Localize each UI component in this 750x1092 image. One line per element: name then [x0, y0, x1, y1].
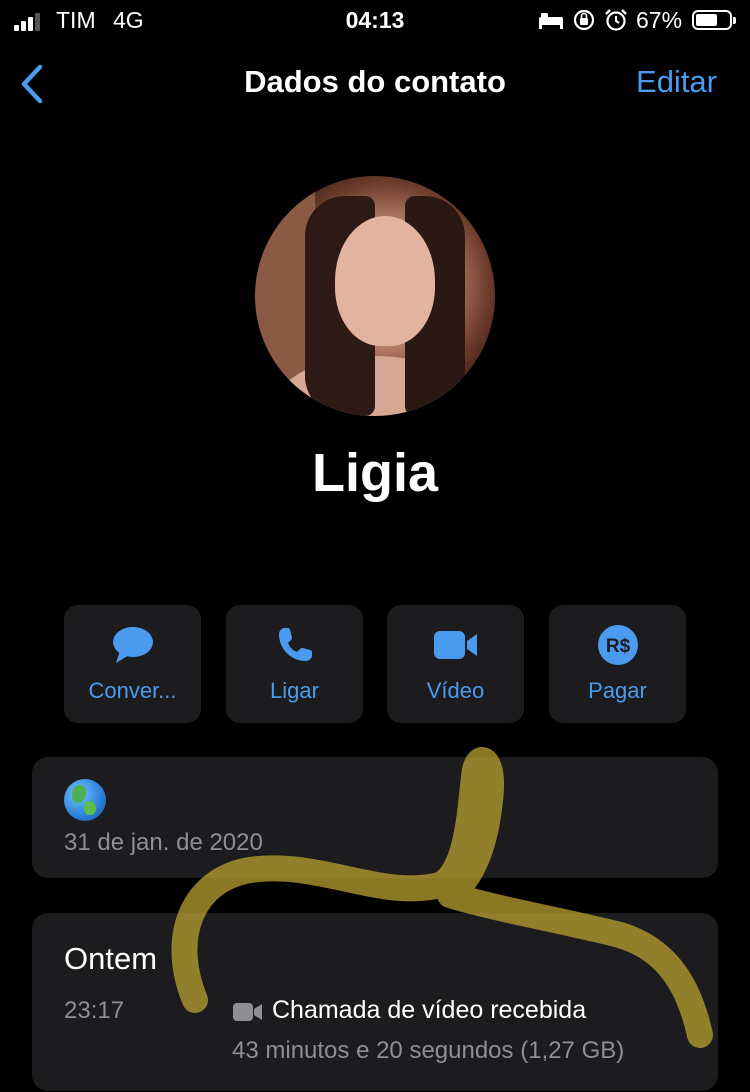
- payment-brl-icon: R$: [597, 625, 638, 665]
- contact-name: Ligia: [311, 443, 438, 503]
- message-button[interactable]: Conver...: [64, 605, 201, 723]
- bed-icon: [539, 13, 563, 29]
- video-call-icon: [233, 1003, 262, 1021]
- video-camera-icon: [433, 631, 477, 659]
- battery-percent: 67%: [636, 7, 683, 33]
- calls-card: Ontem 23:17 Chamada de vídeo recebida 43…: [32, 913, 718, 1091]
- alarm-icon: [605, 9, 627, 31]
- avatar[interactable]: [255, 176, 495, 416]
- info-card: 31 de jan. de 2020: [32, 757, 718, 878]
- call-detail: 43 minutos e 20 segundos (1,27 GB): [232, 1037, 625, 1064]
- video-button-label: Vídeo: [426, 678, 485, 703]
- edit-button[interactable]: Editar: [636, 64, 717, 100]
- phone-icon: [278, 628, 312, 661]
- call-time: 23:17: [64, 997, 125, 1024]
- message-bubble-icon: [112, 627, 153, 663]
- battery-icon: [692, 10, 736, 30]
- svg-text:R$: R$: [605, 636, 630, 657]
- status-bar: TIM 4G 04:13 67%: [0, 0, 750, 44]
- calls-day-title: Ontem: [64, 941, 158, 976]
- info-date: 31 de jan. de 2020: [64, 829, 263, 856]
- call-type: Chamada de vídeo recebida: [272, 996, 587, 1024]
- video-button[interactable]: Vídeo: [387, 605, 524, 723]
- pay-button-label: Pagar: [588, 678, 647, 703]
- message-button-label: Conver...: [88, 678, 177, 703]
- call-button[interactable]: Ligar: [226, 605, 363, 723]
- pay-button[interactable]: R$ Pagar: [549, 605, 686, 723]
- rotation-lock-icon: [573, 9, 595, 31]
- globe-icon: [64, 779, 106, 821]
- call-button-label: Ligar: [270, 678, 319, 703]
